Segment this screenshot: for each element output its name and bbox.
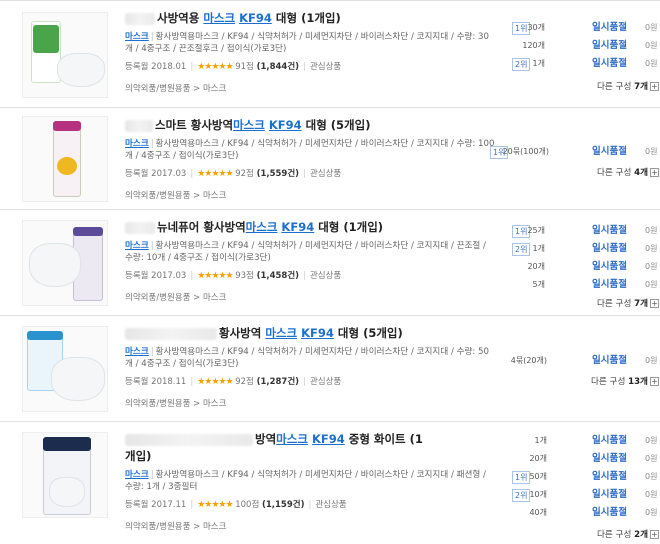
soldout-label: 일시품절 (592, 355, 627, 366)
soldout-label: 일시품절 (592, 58, 627, 69)
soldout-label: 일시품절 (592, 243, 627, 254)
other-options-button[interactable]: 다른 구성 2개 + (597, 528, 659, 540)
price-row[interactable]: 40개 일시품절 0원 (470, 505, 660, 523)
price-row[interactable]: 1위 30개 일시품절 0원 (470, 20, 660, 38)
other-options-button[interactable]: 다른 구성 4개 + (597, 166, 659, 178)
soldout-label: 일시품절 (592, 489, 627, 500)
expand-icon: + (649, 530, 659, 539)
review-count[interactable]: (1,159건) (262, 500, 304, 510)
review-count[interactable]: (1,287건) (257, 377, 299, 387)
review-count[interactable]: (1,458건) (257, 271, 299, 281)
product-spec: 마스크 | 황사방역용마스크 / KF94 / 식약처허가 / 미세먼지차단 / 바… (125, 241, 486, 263)
price-row[interactable]: 20개 일시품절 0원 (470, 451, 660, 469)
product-thumbnail[interactable] (22, 432, 108, 518)
rating-stars: ★★★★★ (197, 62, 233, 72)
product-item: 뉴네퓨어 황사방역마스크 KF94 대형 (1개입) 마스크 | 황사방역용마스크 … (0, 210, 660, 316)
rating-stars: ★★★★★ (197, 500, 233, 510)
price-row[interactable]: 120개 일시품절 0원 (470, 38, 660, 56)
product-title-link[interactable]: 방역마스크 KF94 중형 화이트 (1개입) (125, 431, 425, 465)
category-breadcrumb[interactable]: 의약외품/병원용품 > 마스크 (125, 521, 495, 533)
product-spec: 마스크 | 황사방역용마스크 / KF94 / 식약처허가 / 미세먼지차단 / 바… (125, 32, 489, 54)
product-meta: 등록월 2017.11 | ★★★★★ 100점 (1,159건) | 관심상품 (125, 500, 347, 510)
product-item: 스마트 황사방역마스크 KF94 대형 (5개입) 마스크 | 황사방역용마스크 /… (0, 108, 660, 210)
price-row[interactable]: 2위 1개 일시품절 0원 (470, 241, 660, 259)
product-spec: 마스크 | 황사방역용마스크 / KF94 / 식약처허가 / 미세먼지차단 / 바… (125, 139, 495, 161)
soldout-label: 일시품절 (592, 453, 627, 464)
soldout-label: 일시품절 (592, 146, 627, 157)
product-item: 방역마스크 KF94 중형 화이트 (1개입) 마스크 | 황사방역용마스크 / K… (0, 422, 660, 544)
other-options-button[interactable]: 다른 구성 13개 + (591, 375, 659, 387)
price-row[interactable]: 20개 일시품절 0원 (470, 259, 660, 277)
wish-link[interactable]: 관심상품 (310, 62, 341, 72)
wish-link[interactable]: 관심상품 (315, 500, 346, 510)
product-meta: 등록월 2017.03 | ★★★★★ 93점 (1,458건) | 관심상품 (125, 271, 342, 281)
soldout-label: 일시품절 (592, 471, 627, 482)
product-meta: 등록월 2018.11 | ★★★★★ 92점 (1,287건) | 관심상품 (125, 377, 342, 387)
wish-link[interactable]: 관심상품 (310, 377, 341, 387)
product-thumbnail[interactable] (22, 116, 108, 202)
price-row[interactable]: 1위 50개 일시품절 0원 (470, 469, 660, 487)
price-row[interactable]: 4묶(20개) 일시품절 0원 (470, 353, 660, 371)
rating-stars: ★★★★★ (197, 169, 233, 179)
product-thumbnail[interactable] (22, 326, 108, 412)
product-item: 사방역용 마스크 KF94 대형 (1개입) 마스크 | 황사방역용마스크 / KF… (0, 1, 660, 108)
wish-link[interactable]: 관심상품 (310, 169, 341, 179)
rating-stars: ★★★★★ (197, 271, 233, 281)
price-row[interactable]: 2위 1개 일시품절 0원 (470, 56, 660, 74)
price-row[interactable]: 1개 일시품절 0원 (470, 433, 660, 451)
rating-stars: ★★★★★ (197, 377, 233, 387)
expand-icon: + (649, 299, 659, 308)
product-title-link[interactable]: 황사방역 마스크 KF94 대형 (5개입) (125, 325, 495, 342)
product-thumbnail[interactable] (22, 12, 108, 98)
category-breadcrumb[interactable]: 의약외품/병원용품 > 마스크 (125, 398, 495, 410)
expand-icon: + (649, 82, 659, 91)
product-item: 황사방역 마스크 KF94 대형 (5개입) 마스크 | 황사방역용마스크 / KF… (0, 316, 660, 422)
product-title-link[interactable]: 사방역용 마스크 KF94 대형 (1개입) (125, 10, 495, 27)
category-breadcrumb[interactable]: 의약외품/병원용품 > 마스크 (125, 190, 495, 202)
price-row[interactable]: 2위 10개 일시품절 0원 (470, 487, 660, 505)
price-row[interactable]: 5개 일시품절 0원 (470, 277, 660, 295)
other-options-button[interactable]: 다른 구성 7개 + (597, 80, 659, 92)
soldout-label: 일시품절 (592, 435, 627, 446)
product-spec: 마스크 | 황사방역용마스크 / KF94 / 식약처허가 / 미세먼지차단 / 바… (125, 470, 486, 492)
category-breadcrumb[interactable]: 의약외품/병원용품 > 마스크 (125, 83, 495, 95)
product-title-link[interactable]: 뉴네퓨어 황사방역마스크 KF94 대형 (1개입) (125, 219, 495, 236)
price-row[interactable]: 1위 25개 일시품절 0원 (470, 223, 660, 241)
review-count[interactable]: (1,844건) (257, 62, 299, 72)
product-meta: 등록월 2018.01 | ★★★★★ 91점 (1,844건) | 관심상품 (125, 62, 342, 72)
soldout-label: 일시품절 (592, 261, 627, 272)
product-title-link[interactable]: 스마트 황사방역마스크 KF94 대형 (5개입) (125, 117, 495, 134)
soldout-label: 일시품절 (592, 507, 627, 518)
review-count[interactable]: (1,559건) (257, 169, 299, 179)
expand-icon: + (649, 377, 659, 386)
soldout-label: 일시품절 (592, 22, 627, 33)
product-meta: 등록월 2017.03 | ★★★★★ 92점 (1,559건) | 관심상품 (125, 169, 342, 179)
price-row[interactable]: 1위 20묶(100개) 일시품절 0원 (470, 144, 660, 162)
soldout-label: 일시품절 (592, 225, 627, 236)
soldout-label: 일시품절 (592, 40, 627, 51)
expand-icon: + (649, 168, 659, 177)
product-spec: 마스크 | 황사방역용마스크 / KF94 / 식약처허가 / 미세먼지차단 / 바… (125, 347, 489, 369)
category-breadcrumb[interactable]: 의약외품/병원용품 > 마스크 (125, 292, 495, 304)
product-thumbnail[interactable] (22, 220, 108, 306)
wish-link[interactable]: 관심상품 (310, 271, 341, 281)
other-options-button[interactable]: 다른 구성 7개 + (597, 297, 659, 309)
soldout-label: 일시품절 (592, 279, 627, 290)
